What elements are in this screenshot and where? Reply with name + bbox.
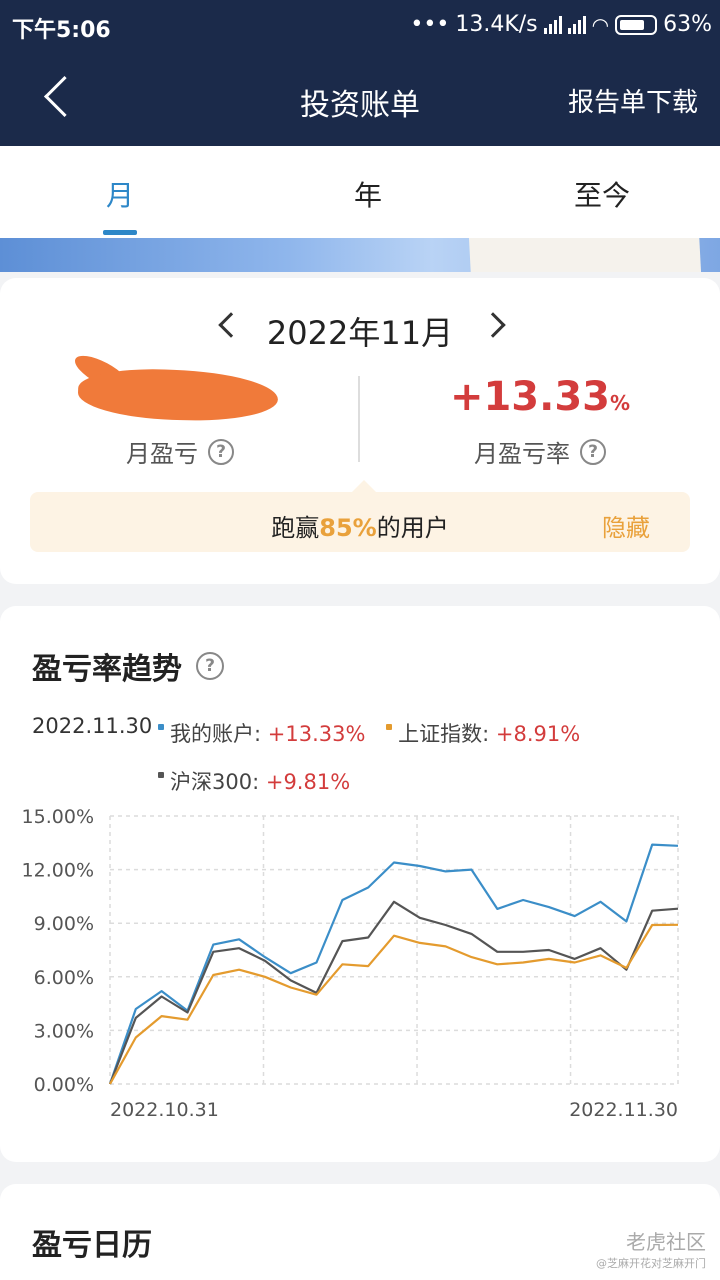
network-speed: 13.4K/s bbox=[455, 12, 538, 37]
current-month: 2022年11月 bbox=[266, 314, 454, 352]
ranking-percent: 85% bbox=[319, 514, 377, 542]
battery-percent: 63% bbox=[663, 12, 712, 37]
series-line-0 bbox=[108, 843, 679, 1085]
promo-banner[interactable] bbox=[0, 238, 720, 272]
top-bar: 下午5:06 ••• 13.4K/s ◠ 63% 投资账单 报告单下载 bbox=[0, 0, 720, 146]
status-time: 下午5:06 bbox=[12, 18, 111, 43]
help-icon[interactable]: ? bbox=[580, 438, 606, 465]
x-tick-label: 2022.10.31 bbox=[110, 1099, 219, 1121]
signal-hd-icon bbox=[567, 15, 586, 34]
trend-chart[interactable]: 15.00% 12.00% 9.00% 6.00% 3.00% 0.00% 2022.10.… bbox=[0, 796, 720, 1126]
watermark: 老虎社区 @芝麻开花对芝麻开门 bbox=[596, 1230, 706, 1270]
app-header: 投资账单 报告单下载 bbox=[0, 52, 720, 146]
signal-icon bbox=[543, 15, 562, 34]
status-bar: 下午5:06 ••• 13.4K/s ◠ 63% bbox=[0, 0, 720, 52]
report-download-button[interactable]: 报告单下载 bbox=[568, 82, 698, 119]
tab-to-date[interactable]: 至今 bbox=[455, 146, 720, 238]
monthly-summary-card: 2022年11月 00000元 月盈亏? +13.33% 月盈亏率? 跑赢85%… bbox=[0, 278, 720, 584]
legend-item-account: 我的账户: +13.33% bbox=[158, 710, 365, 758]
y-tick-label: 12.00% bbox=[22, 860, 94, 882]
monthly-pl-label: 月盈亏 bbox=[126, 440, 198, 468]
trend-card: 盈亏率趋势? 2022.11.30 我的账户: +13.33% 上证指数: +8… bbox=[0, 606, 720, 1162]
series-line-1 bbox=[108, 900, 679, 1085]
legend-dot-hs300 bbox=[158, 772, 164, 778]
wifi-icon: ◠ bbox=[591, 12, 610, 37]
help-icon[interactable]: ? bbox=[196, 652, 224, 680]
monthly-rate-value: +13.33% bbox=[449, 374, 631, 420]
hide-button[interactable]: 隐藏 bbox=[602, 508, 650, 543]
series-line-2 bbox=[109, 923, 679, 1085]
x-tick-label: 2022.11.30 bbox=[569, 1099, 678, 1121]
dots-icon: ••• bbox=[410, 12, 450, 37]
banner-image bbox=[468, 238, 702, 272]
tab-month[interactable]: 月 bbox=[0, 146, 281, 238]
legend-dot-sse bbox=[386, 724, 393, 730]
y-tick-label: 15.00% bbox=[22, 806, 94, 828]
chart-legend: 我的账户: +13.33% 上证指数: +8.91% 沪深300: +9.81% bbox=[158, 710, 698, 806]
ranking-banner: 跑赢85%的用户 隐藏 bbox=[30, 480, 690, 552]
trend-title: 盈亏率趋势 bbox=[32, 652, 182, 687]
help-icon[interactable]: ? bbox=[208, 438, 234, 465]
legend-dot-account bbox=[158, 724, 164, 730]
y-tick-label: 3.00% bbox=[34, 1020, 94, 1042]
y-tick-label: 6.00% bbox=[34, 967, 94, 989]
monthly-rate-stat: +13.33% 月盈亏率? bbox=[360, 372, 720, 469]
period-tabs: 月 年 至今 bbox=[0, 146, 720, 238]
ranking-text: 跑赢85%的用户 bbox=[271, 514, 449, 542]
month-navigator: 2022年11月 bbox=[0, 306, 720, 352]
legend-item-sse: 上证指数: +8.91% bbox=[386, 710, 580, 758]
calendar-title: 盈亏日历 bbox=[32, 1228, 152, 1263]
tab-year[interactable]: 年 bbox=[281, 146, 456, 238]
y-tick-label: 9.00% bbox=[34, 913, 94, 935]
y-tick-label: 0.00% bbox=[34, 1074, 94, 1096]
status-icons: ••• 13.4K/s ◠ 63% bbox=[410, 12, 712, 37]
monthly-rate-label: 月盈亏率 bbox=[474, 440, 570, 468]
legend-date: 2022.11.30 bbox=[32, 714, 153, 738]
battery-icon bbox=[615, 14, 658, 35]
